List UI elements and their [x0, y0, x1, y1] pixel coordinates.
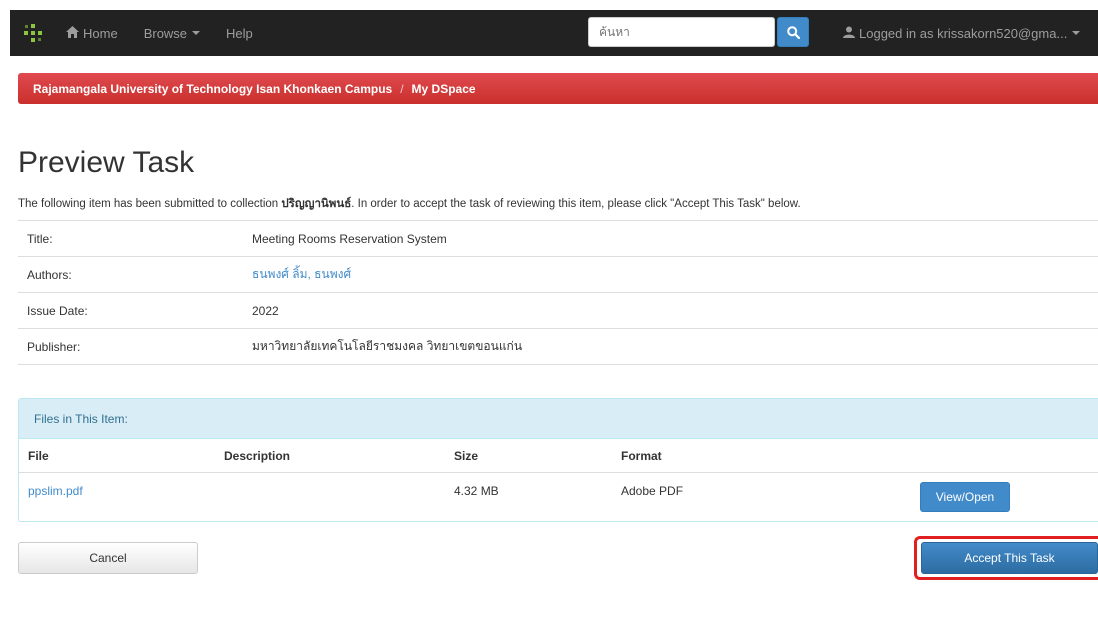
nav-help-label: Help [226, 25, 253, 41]
user-label: Logged in as krissakorn520@gma... [859, 25, 1068, 41]
metadata-row-publisher: Publisher: มหาวิทยาลัยเทคโนโลยีราชมงคล ว… [18, 329, 1098, 365]
files-table-header: File Description Size Format [19, 439, 1098, 473]
top-navbar: Home Browse Help Logged in as krissakorn… [10, 10, 1098, 56]
metadata-key: Issue Date: [27, 303, 88, 318]
metadata-key: Authors: [27, 267, 72, 282]
nav-home-label: Home [83, 25, 118, 41]
dspace-logo-icon[interactable] [10, 10, 56, 56]
intro-before: The following item has been submitted to… [18, 198, 282, 210]
column-header-description: Description [224, 448, 291, 463]
cancel-button[interactable]: Cancel [18, 542, 198, 574]
metadata-row-issue-date: Issue Date: 2022 [18, 293, 1098, 329]
breadcrumb-item-mydspace[interactable]: My DSpace [412, 82, 476, 96]
caret-down-icon [1072, 31, 1081, 35]
metadata-row-title: Title: Meeting Rooms Reservation System [18, 221, 1098, 257]
files-panel-heading: Files in This Item: [19, 399, 1098, 439]
caret-down-icon [192, 31, 201, 35]
search-icon [786, 25, 800, 39]
files-panel: Files in This Item: File Description Siz… [18, 398, 1098, 522]
nav-home[interactable]: Home [66, 25, 118, 41]
nav-help[interactable]: Help [226, 26, 253, 41]
collection-name: ปริญญานิพนธ์ [281, 198, 352, 210]
accept-task-button[interactable]: Accept This Task [921, 542, 1098, 574]
file-format: Adobe PDF [621, 484, 684, 498]
intro-text: The following item has been submitted to… [18, 195, 801, 213]
home-icon [66, 25, 79, 41]
user-menu[interactable]: Logged in as krissakorn520@gma... [843, 10, 1081, 56]
file-link[interactable]: ppslim.pdf [28, 473, 83, 521]
metadata-row-authors: Authors: ธนพงศ์ ลิ้ม, ธนพงศ์ [18, 257, 1098, 293]
breadcrumb: Rajamangala University of Technology Isa… [18, 73, 1098, 104]
page-title: Preview Task [18, 146, 195, 179]
metadata-value: Meeting Rooms Reservation System [252, 231, 447, 246]
metadata-key: Publisher: [27, 339, 81, 354]
user-icon [843, 26, 855, 41]
column-header-file: File [28, 448, 49, 463]
intro-after: . In order to accept the task of reviewi… [351, 198, 801, 210]
view-open-button[interactable]: View/Open [920, 482, 1010, 512]
column-header-size: Size [454, 448, 479, 463]
metadata-value: 2022 [252, 303, 279, 318]
breadcrumb-item-campus[interactable]: Rajamangala University of Technology Isa… [33, 82, 392, 96]
nav-browse-label: Browse [143, 25, 188, 41]
metadata-value: มหาวิทยาลัยเทคโนโลยีราชมงคล วิทยาเขตขอนแ… [252, 339, 523, 353]
search-input[interactable] [588, 17, 775, 47]
author-link[interactable]: ธนพงศ์ ลิ้ม, ธนพงศ์ [252, 265, 351, 284]
metadata-key: Title: [27, 231, 53, 246]
file-size: 4.32 MB [454, 484, 499, 498]
column-header-format: Format [621, 448, 662, 463]
search-button[interactable] [777, 17, 809, 47]
item-metadata-table: Title: Meeting Rooms Reservation System … [18, 220, 1098, 365]
table-row: ppslim.pdf 4.32 MB Adobe PDF View/Open [19, 473, 1098, 521]
nav-browse[interactable]: Browse [143, 25, 201, 41]
breadcrumb-separator: / [400, 81, 404, 96]
